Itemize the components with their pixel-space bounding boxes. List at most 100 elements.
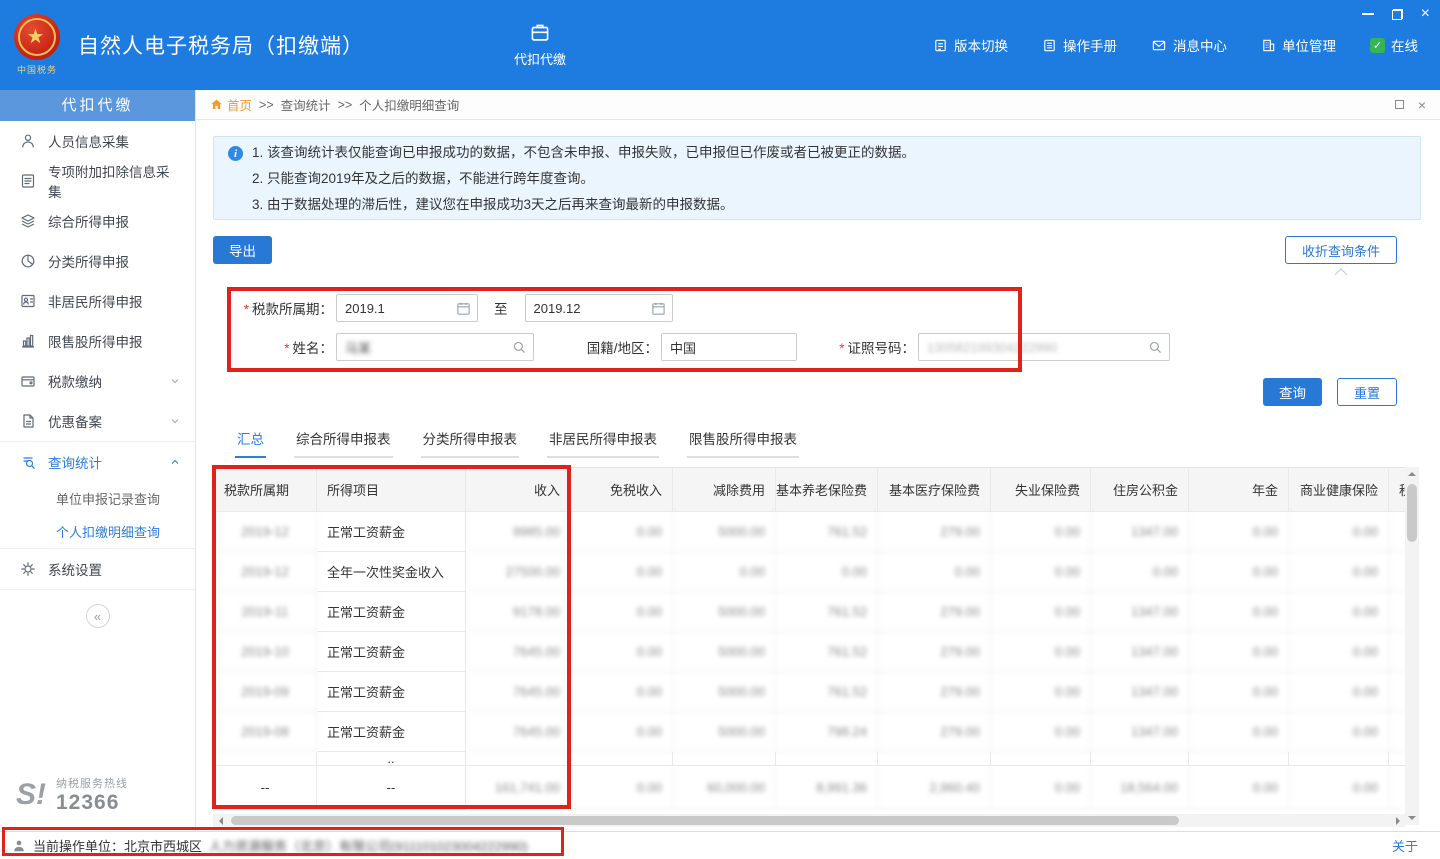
tab-comprehensive-income-return[interactable]: 综合所得申报表 xyxy=(294,428,393,458)
period-end-input[interactable]: 2019.12 xyxy=(525,294,673,322)
gear-icon xyxy=(20,561,36,577)
sidebar-subitem-personal-withholding-detail[interactable]: 个人扣缴明细查询 xyxy=(0,515,195,548)
vertical-scrollbar[interactable] xyxy=(1405,467,1419,825)
pie-chart-icon xyxy=(20,253,36,269)
table-cell xyxy=(571,752,673,766)
search-icon[interactable] xyxy=(512,340,527,355)
name-input[interactable]: 马某 xyxy=(336,333,534,361)
nav-online-status[interactable]: ✓ 在线 xyxy=(1370,35,1418,55)
table-cell xyxy=(214,752,317,766)
column-header: 税款所属期 xyxy=(214,468,317,512)
table-row[interactable]: .. xyxy=(214,752,1405,766)
notice-line: 3. 由于数据处理的滞后性，建议您在申报成功3天之后再来查询最新的申报数据。 xyxy=(252,192,915,218)
breadcrumb-home-link[interactable]: 首页 xyxy=(210,95,252,114)
sidebar-item-system-settings[interactable]: 系统设置 xyxy=(0,549,195,589)
tab-summary[interactable]: 汇总 xyxy=(235,428,266,458)
nav-version-switch[interactable]: 版本切换 xyxy=(933,35,1008,55)
table-cell: 0.00 xyxy=(776,552,878,592)
scroll-down-icon[interactable] xyxy=(1405,811,1419,825)
restore-icon[interactable] xyxy=(1392,9,1403,20)
table-cell: 0.00 xyxy=(991,632,1091,672)
tab-withholding-module[interactable]: 代扣代缴 xyxy=(514,22,566,68)
table-row[interactable]: 2019-09正常工资薪金7645.000.005000.00761.52279… xyxy=(214,672,1405,712)
close-icon[interactable]: × xyxy=(1421,6,1430,22)
table-row[interactable]: 2019-12全年一次性奖金收入27500.000.000.000.000.00… xyxy=(214,552,1405,592)
query-button[interactable]: 查询 xyxy=(1263,378,1322,406)
vertical-scroll-thumb[interactable] xyxy=(1407,484,1417,542)
table-cell: 0.00 xyxy=(571,712,673,752)
sidebar-collapse-button[interactable]: « xyxy=(86,604,110,628)
id-number-label: 证照号码： xyxy=(848,341,916,356)
id-number-input[interactable]: 130582199304222990 xyxy=(918,333,1170,361)
sidebar-subitem-unit-declaration-records[interactable]: 单位申报记录查询 xyxy=(0,482,195,515)
sidebar-item-preferential-filing[interactable]: 优惠备案 xyxy=(0,401,195,441)
table-row[interactable]: 2019-10正常工资薪金7645.000.005000.00761.52279… xyxy=(214,632,1405,672)
sidebar-item-tax-payment[interactable]: 税款缴纳 xyxy=(0,361,195,401)
table-cell: 0.00 xyxy=(991,712,1091,752)
scroll-right-icon[interactable] xyxy=(1390,814,1405,827)
sidebar-item-classified-income[interactable]: 分类所得申报 xyxy=(0,241,195,281)
table-cell: 0.00 xyxy=(991,512,1091,552)
horizontal-scroll-thumb[interactable] xyxy=(231,816,1179,825)
table-cell: 279.00 xyxy=(878,672,991,712)
user-icon xyxy=(12,839,26,853)
table-cell: 0.00 xyxy=(878,552,991,592)
required-asterisk: * xyxy=(244,302,249,317)
panel-restore-icon[interactable] xyxy=(1395,100,1404,109)
sidebar-item-restricted-shares[interactable]: 限售股所得申报 xyxy=(0,321,195,361)
sidebar-item-label: 人员信息采集 xyxy=(48,131,129,151)
sidebar-item-query-statistics[interactable]: 查询统计 xyxy=(0,442,195,482)
table-row[interactable]: 2019-08正常工资薪金7645.000.005000.00798.24279… xyxy=(214,712,1405,752)
table-row[interactable]: 2019-12正常工资薪金9985.000.005000.00761.52279… xyxy=(214,512,1405,552)
table-cell: 0.00 xyxy=(1289,552,1389,592)
table-cell: 1347.00 xyxy=(1091,632,1189,672)
scroll-left-icon[interactable] xyxy=(213,814,228,827)
current-unit-name: 人力资源服务（北京）有限公司(911101023004222990) xyxy=(209,836,528,855)
nav-manual[interactable]: 操作手册 xyxy=(1042,35,1117,55)
calendar-icon[interactable] xyxy=(456,301,471,316)
table-row[interactable]: 2019-11正常工资薪金9178.000.005000.00761.52279… xyxy=(214,592,1405,632)
period-start-value: 2019.1 xyxy=(345,301,385,316)
sidebar-item-comprehensive-income[interactable]: 综合所得申报 xyxy=(0,201,195,241)
current-unit-prefix: 当前操作单位：北京市西城区 xyxy=(33,836,202,855)
sidebar-item-label: 查询统计 xyxy=(48,452,102,472)
table-cell: 正常工资薪金 xyxy=(317,632,466,672)
table-cell xyxy=(1389,752,1405,766)
notice-line: 2. 只能查询2019年及之后的数据，不能进行跨年度查询。 xyxy=(252,166,915,192)
tab-classified-income-return[interactable]: 分类所得申报表 xyxy=(421,428,520,458)
nav-unit-management[interactable]: 单位管理 xyxy=(1261,35,1336,55)
panel-close-icon[interactable]: × xyxy=(1418,98,1426,112)
period-start-input[interactable]: 2019.1 xyxy=(336,294,478,322)
reset-button[interactable]: 重置 xyxy=(1337,378,1397,406)
collapse-query-button[interactable]: 收折查询条件 xyxy=(1285,236,1397,264)
nav-message-center[interactable]: 消息中心 xyxy=(1151,35,1227,55)
table-total-row[interactable]: ----161,741.000.0060,000.008,991.362,960… xyxy=(214,766,1405,810)
export-button[interactable]: 导出 xyxy=(213,236,272,264)
info-icon: i xyxy=(228,146,243,161)
table-cell: 0.00 xyxy=(1189,632,1289,672)
minimize-icon[interactable] xyxy=(1362,13,1374,15)
name-value: 马某 xyxy=(345,338,371,357)
briefcase-icon xyxy=(529,22,551,44)
about-link[interactable]: 关于 xyxy=(1392,836,1418,855)
search-icon[interactable] xyxy=(1148,340,1163,355)
sidebar-subitem-label: 单位申报记录查询 xyxy=(56,489,160,508)
table-cell: 5000.00 xyxy=(673,672,776,712)
logo-text: 中国税务 xyxy=(17,63,57,76)
sidebar-item-personnel-info[interactable]: 人员信息采集 xyxy=(0,121,195,161)
table-cell: 正常工资薪金 xyxy=(317,712,466,752)
sidebar-item-special-deduction[interactable]: 专项附加扣除信息采集 xyxy=(0,161,195,201)
scroll-up-icon[interactable] xyxy=(1405,467,1419,481)
sidebar-item-nonresident-income[interactable]: 非居民所得申报 xyxy=(0,281,195,321)
sidebar-item-label: 综合所得申报 xyxy=(48,211,129,231)
table-cell: 0.00 xyxy=(1289,632,1389,672)
sidebar-item-label: 限售股所得申报 xyxy=(48,331,143,351)
horizontal-scrollbar[interactable] xyxy=(213,814,1405,827)
table-cell: 761.52 xyxy=(776,672,878,712)
table-cell: 5000.00 xyxy=(673,512,776,552)
nationality-input[interactable]: 中国 xyxy=(661,333,797,361)
calendar-icon[interactable] xyxy=(651,301,666,316)
tab-restricted-shares-return[interactable]: 限售股所得申报表 xyxy=(687,428,799,458)
tab-nonresident-income-return[interactable]: 非居民所得申报表 xyxy=(547,428,659,458)
table-cell: 0.00 xyxy=(1189,766,1289,810)
